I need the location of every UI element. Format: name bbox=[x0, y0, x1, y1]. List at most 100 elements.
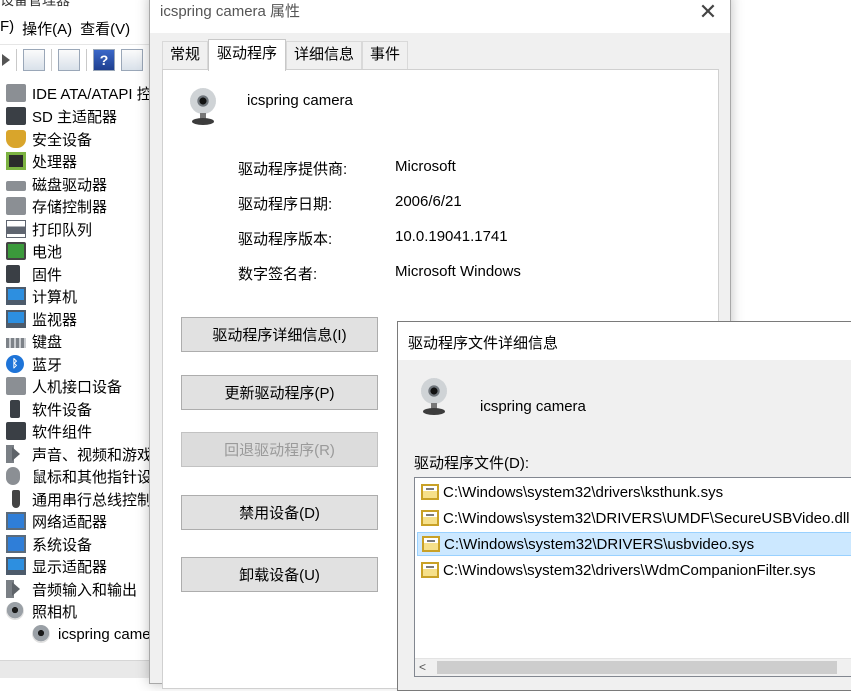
tab-driver[interactable]: 驱动程序 bbox=[208, 39, 287, 71]
disable-device-button[interactable]: 禁用设备(D) bbox=[181, 495, 378, 530]
tree-item-hid[interactable]: 人机接口设备 bbox=[6, 375, 122, 397]
device-name: icspring camera bbox=[480, 398, 586, 415]
driver-date-value: 2006/6/21 bbox=[395, 193, 462, 210]
forward-arrow-icon[interactable] bbox=[2, 53, 10, 66]
file-path: C:\Windows\system32\DRIVERS\UMDF\SecureU… bbox=[443, 509, 850, 527]
list-view-icon[interactable] bbox=[58, 48, 80, 71]
software-device-icon bbox=[10, 400, 20, 418]
digital-signer-label: 数字签名者: bbox=[238, 266, 318, 283]
tree-item-label: 人机接口设备 bbox=[32, 378, 123, 396]
tree-item-display[interactable]: 显示适配器 bbox=[6, 555, 107, 577]
help-icon[interactable]: ? bbox=[93, 48, 115, 71]
dialog-title: icspring camera 属性 bbox=[160, 3, 301, 20]
menu-action[interactable]: 操作(A) bbox=[22, 16, 80, 42]
system-file-icon bbox=[421, 510, 439, 526]
tree-item-security[interactable]: 安全设备 bbox=[6, 128, 92, 150]
speaker-icon bbox=[6, 445, 26, 463]
uninstall-device-button[interactable]: 卸载设备(U) bbox=[181, 557, 378, 592]
tree-item-printer[interactable]: 打印队列 bbox=[6, 218, 92, 240]
list-item-selected[interactable]: C:\Windows\system32\DRIVERS\usbvideo.sys bbox=[417, 532, 851, 556]
tree-item-label: 计算机 bbox=[32, 288, 78, 306]
driver-provider-value: Microsoft bbox=[395, 158, 456, 175]
tree-item-icspring-camera[interactable]: icspring came bbox=[32, 623, 151, 645]
tree-item-label: 安全设备 bbox=[32, 131, 93, 149]
tree-item-label: 音频输入和输出 bbox=[32, 581, 138, 599]
system-device-icon bbox=[6, 535, 26, 553]
processor-icon bbox=[6, 152, 26, 170]
list-item[interactable]: C:\Windows\system32\drivers\ksthunk.sys bbox=[417, 480, 851, 504]
tree-item-label: SD 主适配器 bbox=[32, 108, 118, 126]
webcam-icon bbox=[32, 625, 50, 643]
tree-item-usb[interactable]: 通用串行总线控制 bbox=[6, 488, 152, 510]
tree-item-label: 键盘 bbox=[32, 333, 63, 351]
tree-item-software-device[interactable]: 软件设备 bbox=[6, 398, 92, 420]
driver-files-list[interactable]: C:\Windows\system32\drivers\ksthunk.sys … bbox=[414, 477, 851, 677]
digital-signer-value: Microsoft Windows bbox=[395, 263, 521, 280]
tree-item-label: 监视器 bbox=[32, 311, 78, 329]
computer-icon bbox=[6, 287, 26, 305]
properties-titlebar: icspring camera 属性 ✕ bbox=[150, 0, 730, 33]
tree-item-mouse[interactable]: 鼠标和其他指针设 bbox=[6, 465, 152, 487]
driver-version-label: 驱动程序版本: bbox=[238, 231, 333, 248]
tree-item-keyboard[interactable]: 键盘 bbox=[6, 330, 62, 352]
ide-controller-icon bbox=[6, 84, 26, 102]
tree-item-sound-video[interactable]: 声音、视频和游戏 bbox=[6, 443, 152, 465]
tree-item-processor[interactable]: 处理器 bbox=[6, 150, 77, 172]
driver-details-button[interactable]: 驱动程序详细信息(I) bbox=[181, 317, 378, 352]
tree-item-label: 显示适配器 bbox=[32, 558, 108, 576]
menu-view[interactable]: 查看(V) bbox=[80, 16, 138, 42]
tree-item-battery[interactable]: 电池 bbox=[6, 240, 62, 262]
menu-bar: F) 操作(A) 查看(V) bbox=[0, 16, 138, 42]
tree-item-camera[interactable]: 照相机 bbox=[6, 600, 77, 622]
tab-details[interactable]: 详细信息 bbox=[286, 41, 363, 69]
list-item[interactable]: C:\Windows\system32\DRIVERS\UMDF\SecureU… bbox=[417, 506, 851, 530]
tree-item-system[interactable]: 系统设备 bbox=[6, 533, 92, 555]
tree-item-label: 电池 bbox=[32, 243, 63, 261]
close-icon[interactable]: ✕ bbox=[696, 1, 720, 25]
tree-item-label: 固件 bbox=[32, 266, 63, 284]
list-item[interactable]: C:\Windows\system32\drivers\WdmCompanion… bbox=[417, 558, 851, 582]
roll-back-driver-button: 回退驱动程序(R) bbox=[181, 432, 378, 467]
toolbar-separator bbox=[51, 48, 52, 71]
driver-files-label: 驱动程序文件(D): bbox=[414, 455, 529, 472]
tree-item-storage[interactable]: 存储控制器 bbox=[6, 195, 107, 217]
hid-icon bbox=[6, 377, 26, 395]
tree-item-label: 软件设备 bbox=[32, 401, 93, 419]
tree-item-ide[interactable]: IDE ATA/ATAPI 控 bbox=[6, 82, 152, 104]
update-driver-button[interactable]: 更新驱动程序(P) bbox=[181, 375, 378, 410]
dialog-title: 驱动程序文件详细信息 bbox=[408, 335, 559, 352]
tree-item-bluetooth[interactable]: ᛒ 蓝牙 bbox=[6, 353, 62, 375]
horizontal-scrollbar[interactable]: < bbox=[415, 658, 851, 676]
scroll-left-icon[interactable]: < bbox=[419, 660, 426, 674]
tree-item-audio-io[interactable]: 音频输入和输出 bbox=[6, 578, 137, 600]
driver-file-details-dialog: 驱动程序文件详细信息 icspring camera 驱动程序文件(D): C:… bbox=[397, 321, 851, 691]
tree-item-monitor[interactable]: 监视器 bbox=[6, 308, 77, 330]
device-manager-title: 设备管理器 bbox=[0, 0, 70, 8]
toolbar-separator bbox=[16, 48, 17, 71]
disk-drive-icon bbox=[6, 181, 26, 191]
tab-events[interactable]: 事件 bbox=[362, 41, 409, 69]
tree-item-label: 处理器 bbox=[32, 153, 78, 171]
tree-item-sd-host[interactable]: SD 主适配器 bbox=[6, 105, 117, 127]
tree-item-network[interactable]: 网络适配器 bbox=[6, 510, 107, 532]
tree-item-firmware[interactable]: 固件 bbox=[6, 263, 62, 285]
tree-item-label: 蓝牙 bbox=[32, 356, 63, 374]
bluetooth-icon: ᛒ bbox=[6, 355, 24, 373]
tree-item-computer[interactable]: 计算机 bbox=[6, 285, 77, 307]
display-adapter-icon bbox=[6, 557, 26, 575]
tree-item-software-component[interactable]: 软件组件 bbox=[6, 420, 92, 442]
printer-icon bbox=[6, 220, 26, 238]
tree-item-label: 鼠标和其他指针设 bbox=[32, 468, 153, 486]
battery-icon bbox=[6, 242, 26, 260]
tree-item-label: 存储控制器 bbox=[32, 198, 108, 216]
tree-item-label: icspring came bbox=[58, 625, 151, 643]
menu-file[interactable]: F) bbox=[0, 16, 22, 42]
tree-item-disk[interactable]: 磁盘驱动器 bbox=[6, 173, 107, 195]
scrollbar-thumb[interactable] bbox=[437, 661, 837, 674]
security-device-icon bbox=[6, 130, 26, 148]
tree-item-label: 声音、视频和游戏 bbox=[32, 446, 153, 464]
update-driver-icon[interactable] bbox=[121, 48, 143, 71]
properties-view-icon[interactable] bbox=[23, 48, 45, 71]
driver-version-value: 10.0.19041.1741 bbox=[395, 228, 508, 245]
tab-general[interactable]: 常规 bbox=[162, 41, 209, 69]
